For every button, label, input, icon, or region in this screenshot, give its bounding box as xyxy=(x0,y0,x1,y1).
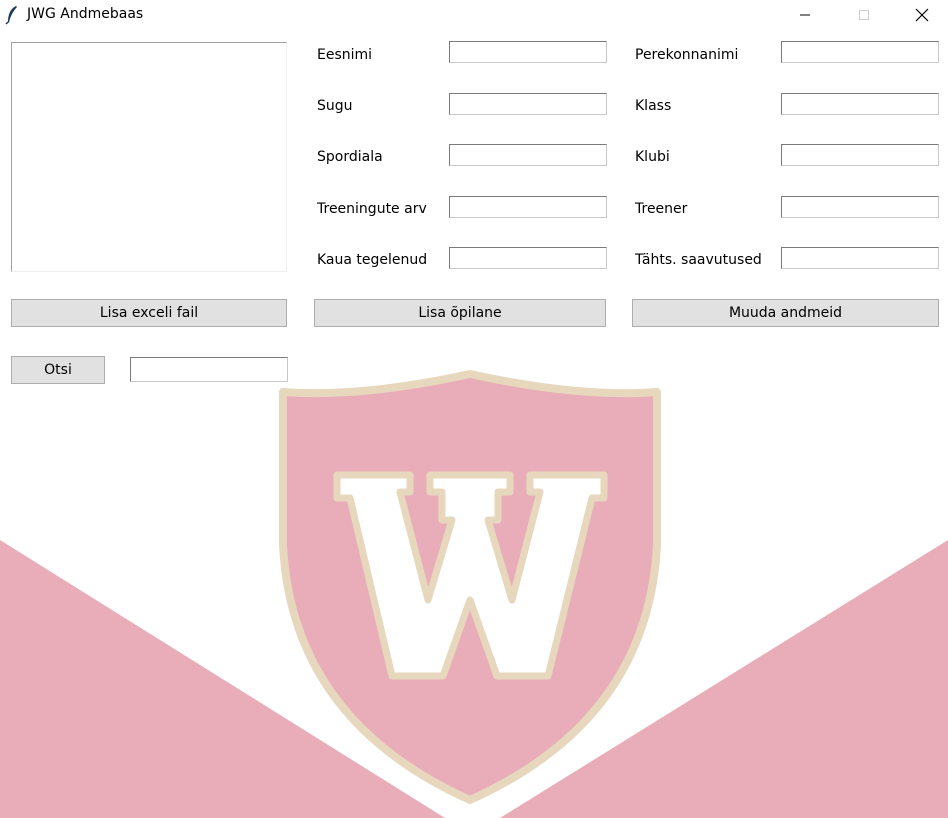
maximize-button[interactable] xyxy=(841,0,887,30)
close-icon xyxy=(915,8,929,22)
minimize-icon xyxy=(800,14,810,16)
gender-input[interactable] xyxy=(449,93,607,115)
minimize-button[interactable] xyxy=(782,0,828,30)
student-listbox[interactable] xyxy=(11,42,287,272)
feather-icon xyxy=(5,6,17,25)
search-button[interactable]: Otsi xyxy=(11,356,105,384)
training-count-input[interactable] xyxy=(449,196,607,218)
add-excel-button[interactable]: Lisa exceli fail xyxy=(11,299,287,327)
app-window: JWG Andmebaas Eesnimi Sugu Spordiala Tre… xyxy=(0,0,948,818)
search-input[interactable] xyxy=(130,357,288,382)
first-name-label: Eesnimi xyxy=(317,47,373,63)
years-active-input[interactable] xyxy=(449,247,607,269)
coach-input[interactable] xyxy=(781,196,939,218)
class-input[interactable] xyxy=(781,93,939,115)
gender-label: Sugu xyxy=(317,98,353,114)
years-active-label: Kaua tegelenud xyxy=(317,252,428,268)
close-button[interactable] xyxy=(899,0,945,30)
add-student-button[interactable]: Lisa õpilane xyxy=(314,299,606,327)
edit-data-button[interactable]: Muuda andmeid xyxy=(632,299,939,327)
sport-label: Spordiala xyxy=(317,149,383,165)
first-name-input[interactable] xyxy=(449,41,607,63)
maximize-icon xyxy=(859,10,869,20)
club-label: Klubi xyxy=(635,149,670,165)
achievements-input[interactable] xyxy=(781,247,939,269)
last-name-input[interactable] xyxy=(781,41,939,63)
title-bar: JWG Andmebaas xyxy=(0,0,948,30)
last-name-label: Perekonnanimi xyxy=(635,47,739,63)
sport-input[interactable] xyxy=(449,144,607,166)
achievements-label: Tähts. saavutused xyxy=(635,252,762,268)
window-title: JWG Andmebaas xyxy=(27,6,144,22)
coach-label: Treener xyxy=(635,201,688,217)
training-count-label: Treeningute arv xyxy=(317,201,427,217)
club-input[interactable] xyxy=(781,144,939,166)
class-label: Klass xyxy=(635,98,672,114)
